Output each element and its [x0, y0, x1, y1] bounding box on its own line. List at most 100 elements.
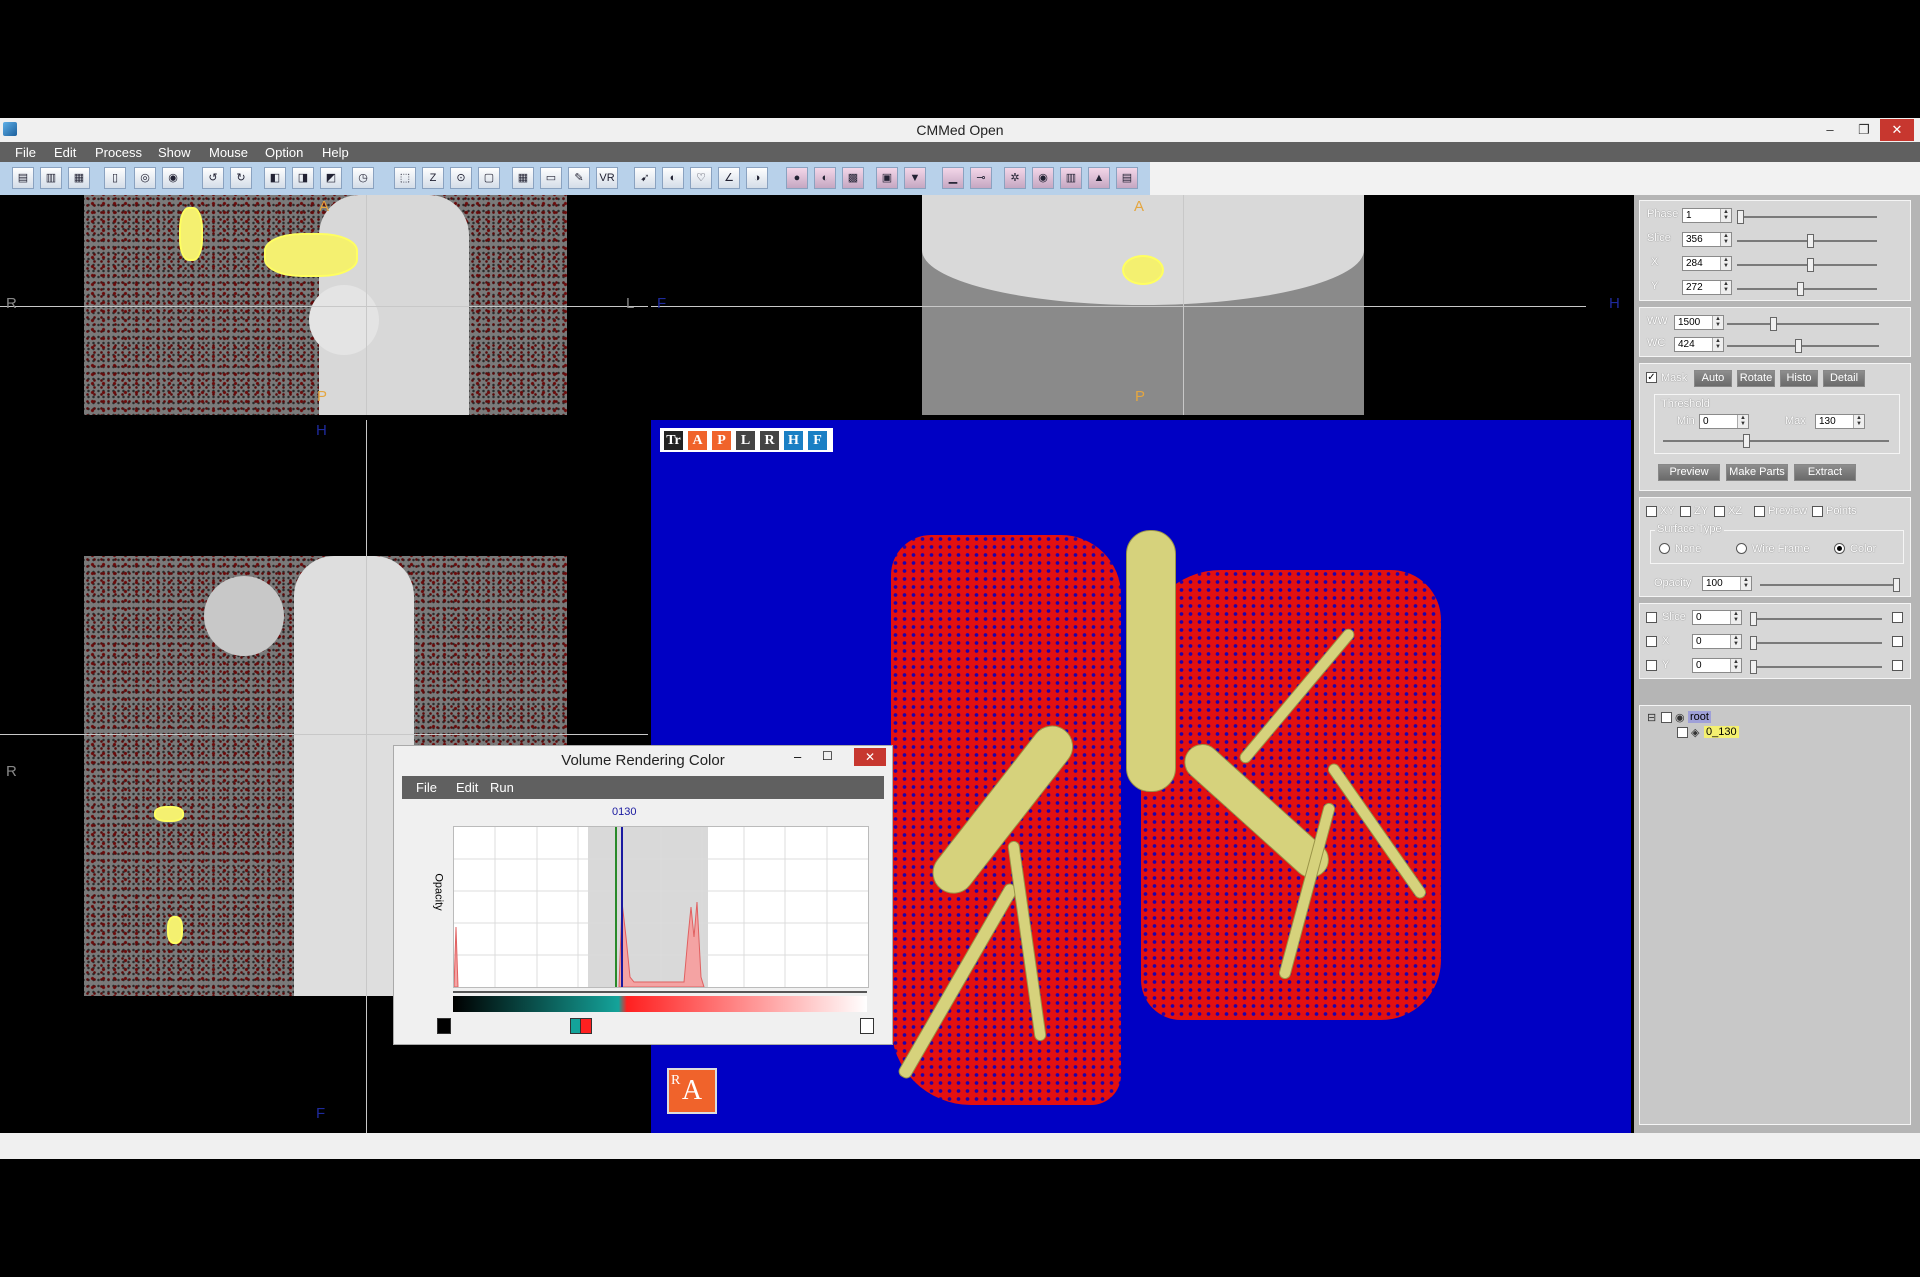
dialog-minimize-button[interactable]: –: [794, 749, 801, 764]
view-2-icon[interactable]: ◨: [292, 167, 314, 189]
dialog-restore-button[interactable]: ☐: [822, 749, 833, 763]
tree-child-checkbox[interactable]: [1677, 727, 1688, 738]
sub-x-slider[interactable]: [1750, 636, 1882, 650]
threshold-slider[interactable]: [1663, 434, 1889, 448]
frame-icon[interactable]: ▢: [478, 167, 500, 189]
cone-icon[interactable]: ▲: [1088, 167, 1110, 189]
threshold-slider-thumb[interactable]: [1743, 434, 1750, 448]
sub-slice-input[interactable]: 0 ▲ ▼: [1692, 610, 1742, 625]
vr-view-r-button[interactable]: R: [759, 430, 780, 451]
slice-input[interactable]: 356 ▲ ▼: [1682, 232, 1732, 247]
threshold-max-input[interactable]: 130 ▲ ▼: [1815, 414, 1865, 429]
halftone-icon[interactable]: ◑: [746, 167, 768, 189]
x-slider-thumb[interactable]: [1806, 258, 1814, 272]
contrast-icon[interactable]: ◐: [662, 167, 684, 189]
y-spin-icon[interactable]: ▲ ▼: [1720, 281, 1731, 294]
preview-button[interactable]: Preview: [1658, 464, 1720, 481]
threshold-min-spin-icon[interactable]: ▲ ▼: [1737, 415, 1748, 428]
menu-process[interactable]: Process: [95, 145, 142, 160]
point-icon[interactable]: ⊙: [450, 167, 472, 189]
histo-button[interactable]: Histo: [1780, 370, 1818, 387]
threshold-min-input[interactable]: 0 ▲ ▼: [1699, 414, 1749, 429]
minimize-button[interactable]: –: [1815, 119, 1845, 141]
slice-slider[interactable]: [1737, 234, 1877, 248]
vr-icon[interactable]: VR: [596, 167, 618, 189]
auto-button[interactable]: Auto: [1694, 370, 1732, 387]
sub-x-input[interactable]: 0 ▲ ▼: [1692, 634, 1742, 649]
xy-checkbox[interactable]: [1646, 506, 1657, 517]
grid-icon[interactable]: ▦: [512, 167, 534, 189]
image-icon[interactable]: ▣: [876, 167, 898, 189]
view-1-icon[interactable]: ◧: [264, 167, 286, 189]
cursor-icon[interactable]: ➹: [634, 167, 656, 189]
opacity-spin-icon[interactable]: ▲ ▼: [1740, 577, 1751, 590]
sub-y-slider[interactable]: [1750, 660, 1882, 674]
phase-slider-thumb[interactable]: [1737, 210, 1744, 224]
film-icon[interactable]: ▥: [1060, 167, 1082, 189]
zoom-icon[interactable]: Z: [422, 167, 444, 189]
rotate-right-icon[interactable]: ↻: [230, 167, 252, 189]
zy-checkbox[interactable]: [1680, 506, 1691, 517]
xz-checkbox[interactable]: [1714, 506, 1725, 517]
y-slider-thumb[interactable]: [1797, 282, 1804, 296]
opacity-slider-thumb[interactable]: [1893, 578, 1900, 592]
eye-icon[interactable]: ◉: [1032, 167, 1054, 189]
sub-y-checkbox[interactable]: [1646, 660, 1657, 671]
heart-icon[interactable]: ♡: [690, 167, 712, 189]
tree-child-label[interactable]: 0_130: [1704, 726, 1739, 738]
volume-icon[interactable]: ▼: [904, 167, 926, 189]
color-stop-black[interactable]: [437, 1018, 451, 1034]
sub-slice-checkbox[interactable]: [1646, 612, 1657, 623]
tree-collapse-icon[interactable]: ⊟: [1647, 711, 1656, 724]
view-3-icon[interactable]: ◩: [320, 167, 342, 189]
sagittal-view[interactable]: A P F H: [651, 195, 1631, 415]
sub-y-end-checkbox[interactable]: [1892, 660, 1903, 671]
close-button[interactable]: ✕: [1880, 119, 1914, 141]
sub-slice-slider[interactable]: [1750, 612, 1882, 626]
dialog-menu-edit[interactable]: Edit: [456, 780, 478, 795]
dialog-close-button[interactable]: ✕: [854, 748, 886, 766]
slice-slider-thumb[interactable]: [1806, 234, 1814, 248]
opacity-slider[interactable]: [1760, 578, 1900, 592]
vr-view-f-button[interactable]: F: [807, 430, 828, 451]
ww-spin-icon[interactable]: ▲ ▼: [1712, 316, 1723, 329]
sub-x-checkbox[interactable]: [1646, 636, 1657, 647]
surface-color-radio[interactable]: [1834, 543, 1845, 554]
opacity-histogram[interactable]: [453, 826, 869, 988]
phase-input[interactable]: 1 ▲ ▼: [1682, 208, 1732, 223]
menu-show[interactable]: Show: [158, 145, 191, 160]
color-gradient-bar[interactable]: [453, 996, 867, 1012]
sub-slice-spin-icon[interactable]: ▲ ▼: [1730, 611, 1741, 624]
mask-checkbox[interactable]: ✓: [1646, 372, 1657, 383]
color-stop-red[interactable]: [580, 1018, 592, 1034]
surface-none-radio[interactable]: [1659, 543, 1670, 554]
restore-button[interactable]: ❐: [1849, 119, 1879, 141]
detail-button[interactable]: Detail: [1823, 370, 1865, 387]
x-input[interactable]: 284 ▲ ▼: [1682, 256, 1732, 271]
mesh-icon[interactable]: ▩: [842, 167, 864, 189]
import-icon[interactable]: ▥: [40, 167, 62, 189]
x-slider[interactable]: [1737, 258, 1877, 272]
vr-view-p-button[interactable]: P: [711, 430, 732, 451]
select-icon[interactable]: ⬚: [394, 167, 416, 189]
tree-root-label[interactable]: root: [1688, 711, 1711, 723]
ww-input[interactable]: 1500 ▲ ▼: [1674, 315, 1724, 330]
parts-tree[interactable]: ⊟ ◉ root ◈ 0_130: [1639, 705, 1911, 1125]
ww-slider-thumb[interactable]: [1769, 317, 1777, 331]
print-icon[interactable]: ▤: [1116, 167, 1138, 189]
export-icon[interactable]: ▯: [104, 167, 126, 189]
split-icon[interactable]: ◐: [814, 167, 836, 189]
sub-x-end-checkbox[interactable]: [1892, 636, 1903, 647]
angle-icon[interactable]: ∠: [718, 167, 740, 189]
clock-icon[interactable]: ◷: [352, 167, 374, 189]
rotate-left-icon[interactable]: ↺: [202, 167, 224, 189]
make-parts-button[interactable]: Make Parts: [1726, 464, 1788, 481]
x-spin-icon[interactable]: ▲ ▼: [1720, 257, 1731, 270]
sub-y-input[interactable]: 0 ▲ ▼: [1692, 658, 1742, 673]
menu-help[interactable]: Help: [322, 145, 349, 160]
sphere-icon[interactable]: ●: [786, 167, 808, 189]
wc-slider[interactable]: [1727, 339, 1879, 353]
bar-icon[interactable]: ▁: [942, 167, 964, 189]
phase-spin-icon[interactable]: ▲ ▼: [1720, 209, 1731, 222]
dialog-menu-run[interactable]: Run: [490, 780, 514, 795]
